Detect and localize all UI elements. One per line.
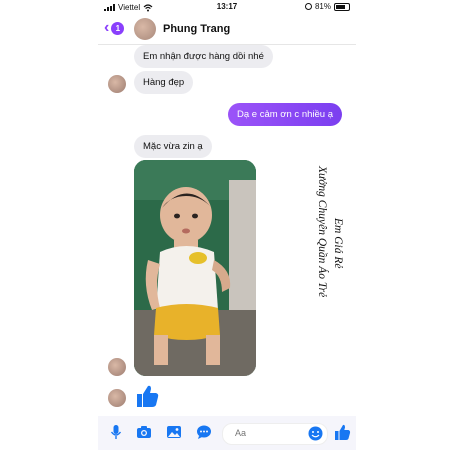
sender-avatar — [108, 389, 126, 407]
message-bubble-outgoing[interactable]: Dạ e cảm ơn c nhiều ạ — [227, 103, 342, 126]
baby-photo-illustration — [134, 160, 256, 376]
shop-watermark: Xưởng Chuyên Quần Áo Trẻ Em Giá Rẻ — [301, 160, 346, 360]
message-input[interactable] — [233, 427, 307, 439]
message-bubble-incoming[interactable]: Hàng đẹp — [134, 71, 194, 94]
shared-photo[interactable] — [134, 160, 256, 376]
microphone-icon[interactable] — [108, 424, 124, 440]
messenger-screen: Viettel 13:17 81% ‹ 1 Phung Trang Em nhậ… — [98, 0, 356, 450]
camera-icon[interactable] — [136, 424, 152, 440]
thumbs-up-icon[interactable] — [134, 383, 160, 409]
watermark-line-1: Xưởng Chuyên Quần Áo Trẻ — [316, 165, 330, 297]
message-input-field[interactable] — [222, 423, 328, 445]
back-button[interactable]: ‹ 1 — [104, 19, 125, 36]
message-bubble-incoming[interactable]: Mặc vừa zin ạ — [134, 135, 212, 158]
chevron-left-icon: ‹ — [104, 19, 110, 36]
watermark-line-2: Em Giá Rẻ — [332, 217, 344, 268]
sender-avatar — [108, 75, 126, 93]
like-send-icon[interactable] — [333, 423, 351, 441]
status-bar: Viettel 13:17 81% — [98, 0, 356, 14]
unread-badge: 1 — [111, 21, 125, 35]
chat-bubble-icon[interactable] — [196, 424, 212, 440]
sender-avatar — [108, 358, 126, 376]
battery-icon — [334, 2, 350, 11]
emoji-icon[interactable] — [308, 426, 323, 441]
location-icon — [304, 3, 312, 10]
contact-avatar[interactable] — [134, 18, 156, 40]
contact-name[interactable]: Phung Trang — [163, 23, 230, 35]
conversation-header: ‹ 1 Phung Trang — [98, 14, 356, 45]
composer-bar — [98, 416, 356, 450]
gallery-icon[interactable] — [166, 424, 182, 440]
watermark-text-group: Xưởng Chuyên Quần Áo Trẻ Em Giá Rẻ — [316, 165, 344, 297]
battery-percent: 81% — [314, 2, 331, 11]
message-bubble-incoming[interactable]: Em nhận được hàng dồi nhé — [134, 45, 273, 68]
battery-group: 81% — [304, 2, 350, 11]
